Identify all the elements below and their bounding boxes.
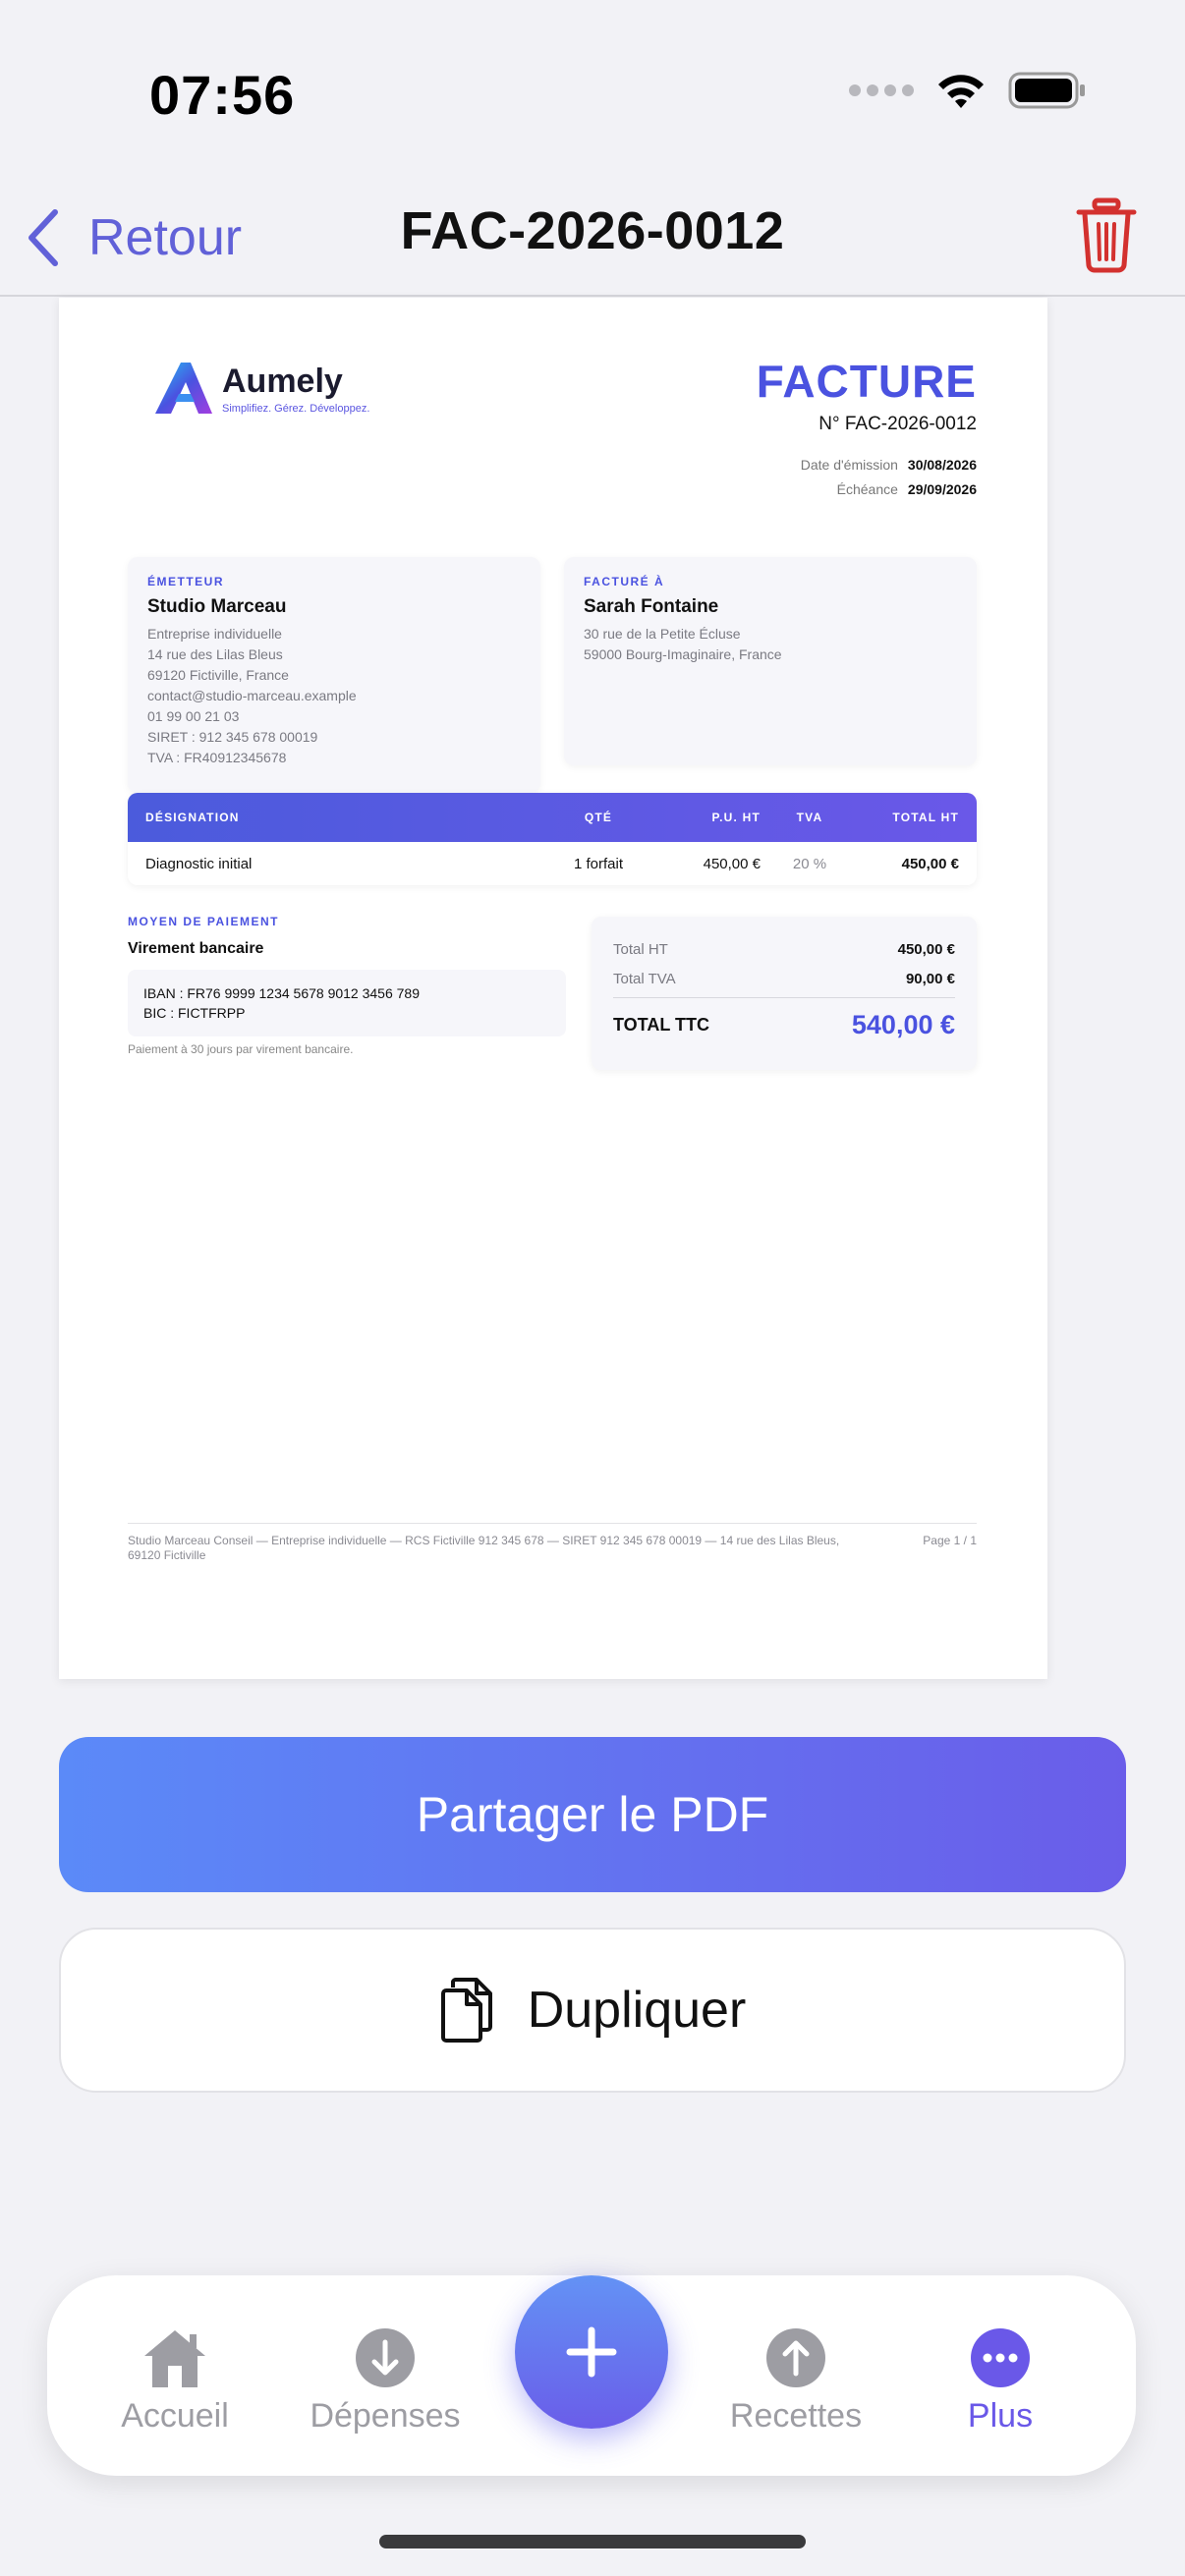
navigation-bar: Retour FAC-2026-0012 [0,187,1185,297]
due-date-label: Échéance [836,481,898,497]
home-indicator[interactable] [379,2535,806,2548]
total-tva: 90,00 € [905,970,955,987]
row-vat: 20 % [792,855,827,872]
client-name: Sarah Fontaine [584,596,719,617]
status-icons [849,71,1087,110]
emitter-line: TVA : FR40912345678 [147,750,287,765]
page-number: Page 1 / 1 [923,1534,977,1547]
emitter-line: 69120 Fictiville, France [147,667,289,683]
copy-icon [440,1978,492,2043]
delete-button[interactable] [1075,196,1138,278]
arrow-down-circle-icon [356,2328,415,2387]
trash-icon [1076,197,1137,273]
header-qty: QTÉ [584,811,613,824]
client-line: 59000 Bourg-Imaginaire, France [584,646,782,662]
items-table: DÉSIGNATION QTÉ P.U. HT TVA TOTAL HT Dia… [128,793,977,885]
tab-income-label: Recettes [729,2397,863,2435]
emitter-line: 01 99 00 21 03 [147,708,240,724]
total-ht: 450,00 € [897,940,955,958]
due-date: 29/09/2026 [907,481,977,497]
header-designation: DÉSIGNATION [145,811,240,824]
emitter-label: ÉMETTEUR [147,575,224,588]
brand-tagline: Simplifiez. Gérez. Développez. [222,402,370,415]
billed-to-card: FACTURÉ À Sarah Fontaine 30 rue de la Pe… [564,557,977,765]
brand-name: Aumely [222,362,343,400]
battery-icon [1008,72,1085,109]
payment-note: Paiement à 30 jours par virement bancair… [128,1042,354,1056]
header-unit-price: P.U. HT [711,811,761,824]
client-line: 30 rue de la Petite Écluse [584,626,741,642]
wifi-icon [938,75,984,108]
status-time: 07:56 [149,64,296,126]
issue-date-label: Date d'émission [800,457,898,473]
billed-to-label: FACTURÉ À [584,575,665,588]
header-vat: TVA [796,811,823,824]
emitter-line: SIRET : 912 345 678 00019 [147,729,318,745]
payment-label: MOYEN DE PAIEMENT [128,915,279,928]
page-title: FAC-2026-0012 [400,201,785,260]
emitter-card: ÉMETTEUR Studio Marceau Entreprise indiv… [128,557,540,793]
tab-expenses-label: Dépenses [310,2397,461,2435]
row-unit-price: 450,00 € [703,855,761,872]
row-designation: Diagnostic initial [145,855,253,872]
duplicate-label: Dupliquer [527,1982,747,2039]
invoice-footer: Studio Marceau Conseil — Entreprise indi… [128,1523,977,1563]
cellular-signal-icon [849,84,914,96]
home-icon [144,2330,205,2387]
tab-more[interactable]: Plus [912,2323,1089,2436]
row-total: 450,00 € [901,855,959,872]
items-table-header: DÉSIGNATION QTÉ P.U. HT TVA TOTAL HT [128,793,977,842]
invoice-number: N° FAC-2026-0012 [818,414,977,434]
emitter-line: 14 rue des Lilas Bleus [147,646,283,662]
bic: BIC : FICTFRPP [143,1005,246,1021]
emitter-line: contact@studio-marceau.example [147,688,357,703]
header-total: TOTAL HT [892,811,959,824]
total-ht-label: Total HT [613,940,668,958]
tab-home[interactable]: Accueil [86,2323,263,2436]
emitter-name: Studio Marceau [147,596,287,617]
arrow-up-circle-icon [766,2328,825,2387]
iban: IBAN : FR76 9999 1234 5678 9012 3456 789 [143,985,420,1001]
status-bar: 07:56 [0,0,1185,187]
tab-expenses[interactable]: Dépenses [297,2323,474,2436]
duplicate-button[interactable]: Dupliquer [59,1928,1126,2093]
row-qty: 1 forfait [573,855,624,872]
legal-mentions: Studio Marceau Conseil — Entreprise indi… [128,1534,840,1562]
payment-method: Virement bancaire [128,940,264,957]
table-row: Diagnostic initial 1 forfait 450,00 € 20… [128,842,977,885]
more-dots-icon [971,2328,1030,2387]
tab-home-label: Accueil [121,2397,229,2435]
tab-more-label: Plus [967,2397,1034,2435]
plus-icon [566,2326,617,2378]
totals-divider [613,997,955,998]
emitter-line: Entreprise individuelle [147,626,282,642]
total-tva-label: Total TVA [613,970,676,987]
share-pdf-button[interactable]: Partager le PDF [59,1737,1126,1892]
add-button[interactable] [515,2275,668,2429]
aumely-logo-icon [155,363,212,414]
invoice-preview[interactable]: Aumely Simplifiez. Gérez. Développez. FA… [59,298,1047,1679]
invoice-dates: Date d'émission 30/08/2026 Échéance 29/0… [801,457,977,506]
tab-income[interactable]: Recettes [707,2323,884,2436]
totals-card: Total HT 450,00 € Total TVA 90,00 € TOTA… [592,917,977,1070]
brand-logo: Aumely Simplifiez. Gérez. Développez. [151,359,369,418]
invoice-heading: FACTURE [756,356,977,407]
issue-date: 30/08/2026 [907,457,977,473]
total-ttc-label: TOTAL TTC [613,1014,709,1035]
total-ttc: 540,00 € [851,1009,955,1039]
bank-details: IBAN : FR76 9999 1234 5678 9012 3456 789… [128,970,566,1036]
